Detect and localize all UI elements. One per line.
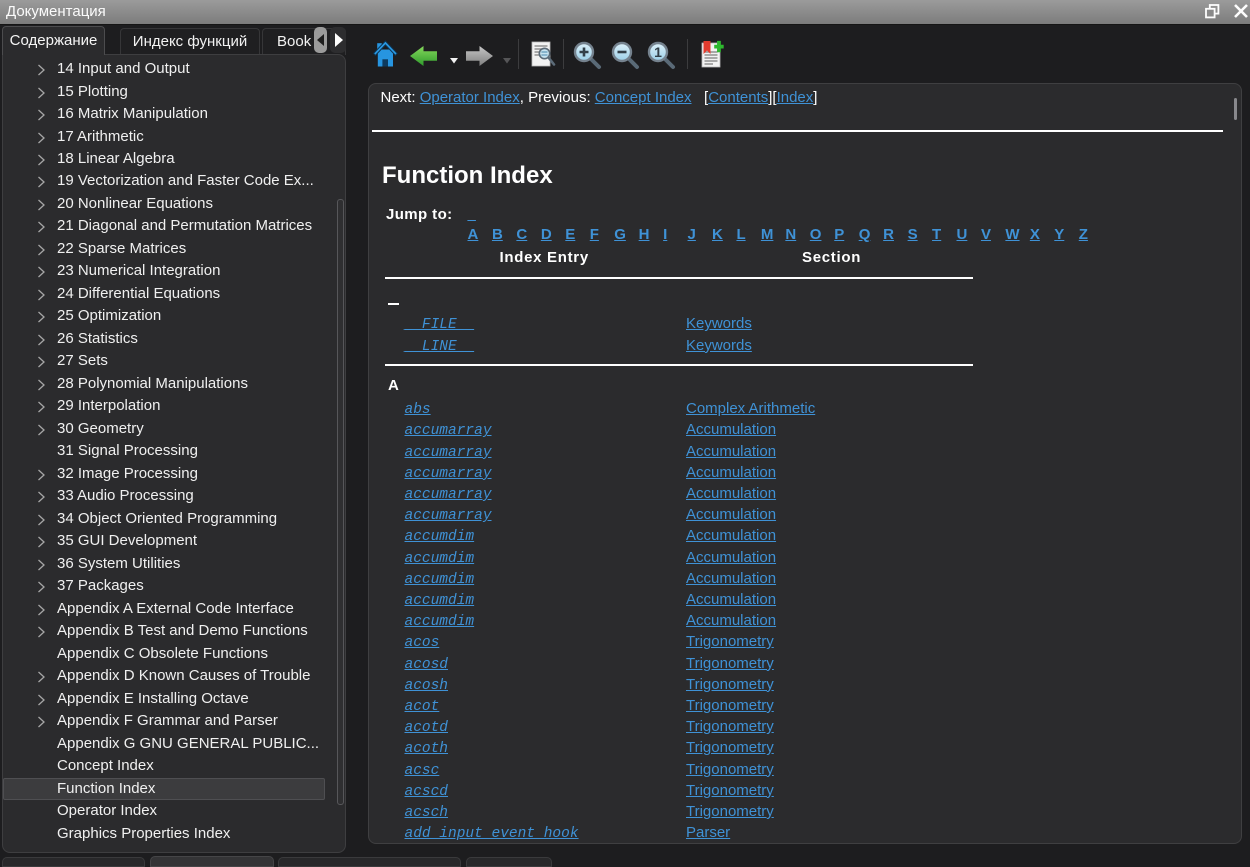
- svg-text:1: 1: [654, 44, 662, 60]
